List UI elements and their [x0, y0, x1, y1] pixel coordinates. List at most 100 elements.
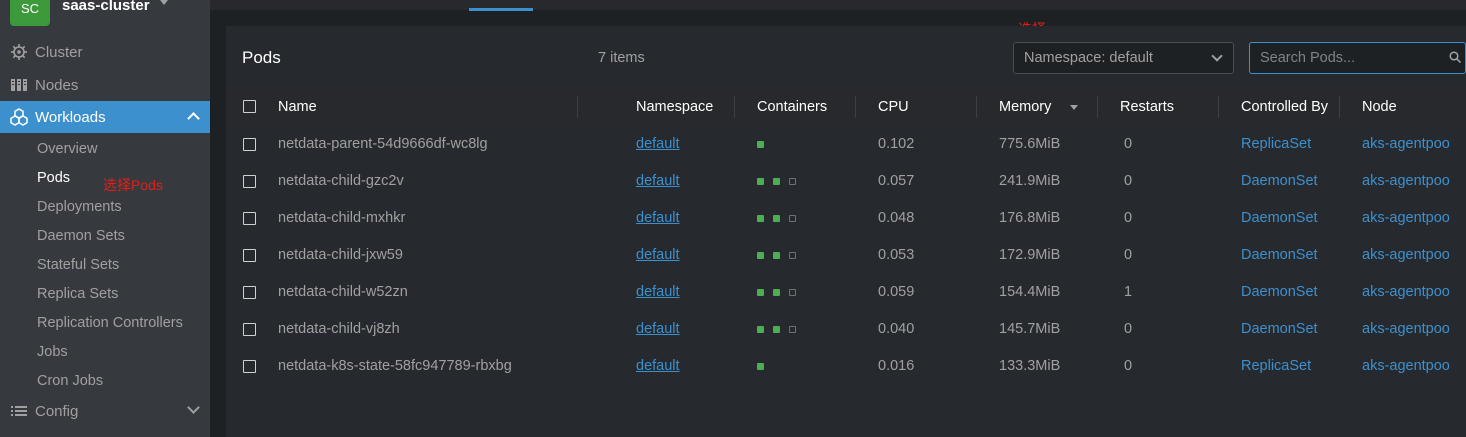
memory-value: 241.9MiB: [999, 173, 1061, 189]
list-icon: [10, 402, 28, 420]
restarts-value: 0: [1124, 358, 1133, 374]
controlled-by-link[interactable]: DaemonSet: [1241, 247, 1318, 263]
sidebar-item-label: Cluster: [35, 43, 83, 61]
table-row[interactable]: netdata-parent-54d9666df-wc8lg default 0.1…: [226, 126, 1466, 163]
column-header-containers[interactable]: Containers: [757, 99, 827, 115]
memory-value: 176.8MiB: [999, 210, 1061, 226]
namespace-link[interactable]: default: [636, 284, 680, 300]
chevron-up-icon[interactable]: [187, 112, 200, 125]
container-status-running: [757, 141, 764, 148]
sidebar-subitem-jobs[interactable]: Jobs: [37, 344, 68, 360]
table-row[interactable]: netdata-child-gzc2v default 0.057 241.9MiB 0…: [226, 163, 1466, 200]
column-header-node[interactable]: Node: [1362, 99, 1397, 115]
controlled-by-link[interactable]: DaemonSet: [1241, 173, 1318, 189]
restarts-value: 0: [1124, 247, 1133, 263]
column-header-memory[interactable]: Memory: [999, 99, 1051, 115]
column-divider: [1339, 96, 1340, 118]
restarts-value: 0: [1124, 136, 1133, 152]
container-status-running: [773, 289, 780, 296]
restarts-value: 0: [1124, 173, 1133, 189]
controlled-by-link[interactable]: DaemonSet: [1241, 284, 1318, 300]
namespace-link[interactable]: default: [636, 173, 680, 189]
cpu-value: 0.048: [878, 210, 915, 226]
container-status-running: [773, 252, 780, 259]
pods-panel: Pods 7 items Namespace: default Name Nam…: [226, 26, 1466, 437]
sidebar-item-nodes[interactable]: Nodes: [0, 69, 210, 101]
container-status-running: [773, 178, 780, 185]
cpu-value: 0.102: [878, 136, 915, 152]
sidebar-subitem-deployments[interactable]: Deployments: [37, 199, 122, 215]
node-link[interactable]: aks-agentpoo: [1362, 173, 1450, 189]
row-checkbox[interactable]: [243, 286, 256, 299]
namespace-link[interactable]: default: [636, 136, 680, 152]
annotation-select-pods: 选择Pods: [103, 177, 163, 193]
sidebar-item-config[interactable]: Config: [0, 395, 210, 427]
page-title: Pods: [242, 48, 281, 67]
cluster-name: saas-cluster: [62, 0, 150, 14]
cpu-value: 0.016: [878, 358, 915, 374]
table-row[interactable]: netdata-child-jxw59 default 0.053 172.9MiB 0…: [226, 237, 1466, 274]
container-status-running: [757, 215, 764, 222]
table-row[interactable]: netdata-k8s-state-58fc947789-rbxbg defaul…: [226, 348, 1466, 385]
controlled-by-link[interactable]: DaemonSet: [1241, 210, 1318, 226]
workloads-icon: [10, 108, 28, 126]
controlled-by-link[interactable]: ReplicaSet: [1241, 358, 1311, 374]
search-input[interactable]: [1249, 42, 1466, 74]
panel-header: Pods 7 items: [226, 26, 998, 88]
column-header-restarts[interactable]: Restarts: [1120, 99, 1174, 115]
namespace-select[interactable]: Namespace: default: [1013, 42, 1234, 74]
column-header-namespace[interactable]: Namespace: [636, 99, 713, 115]
helm-icon: [10, 43, 28, 61]
restarts-value: 0: [1124, 210, 1133, 226]
table-row[interactable]: netdata-child-vj8zh default 0.040 145.7MiB 0…: [226, 311, 1466, 348]
table-row[interactable]: netdata-child-mxhkr default 0.048 176.8MiB 0…: [226, 200, 1466, 237]
search-icon[interactable]: [1449, 50, 1462, 64]
node-link[interactable]: aks-agentpoo: [1362, 247, 1450, 263]
sidebar-item-workloads[interactable]: Workloads: [0, 101, 210, 133]
controlled-by-link[interactable]: DaemonSet: [1241, 321, 1318, 337]
sidebar-item-label: Workloads: [35, 108, 106, 126]
sidebar-subitem-overview[interactable]: Overview: [37, 141, 97, 157]
row-checkbox[interactable]: [243, 138, 256, 151]
caret-down-icon[interactable]: [160, 0, 168, 5]
row-checkbox[interactable]: [243, 360, 256, 373]
column-header-controlled-by[interactable]: Controlled By: [1241, 99, 1328, 115]
container-status-waiting: [789, 326, 796, 333]
node-link[interactable]: aks-agentpoo: [1362, 136, 1450, 152]
row-checkbox[interactable]: [243, 249, 256, 262]
container-status-waiting: [789, 215, 796, 222]
node-link[interactable]: aks-agentpoo: [1362, 321, 1450, 337]
sidebar-subitem-cron-jobs[interactable]: Cron Jobs: [37, 373, 103, 389]
node-link[interactable]: aks-agentpoo: [1362, 284, 1450, 300]
column-header-name[interactable]: Name: [278, 99, 317, 115]
row-checkbox[interactable]: [243, 175, 256, 188]
sidebar-subitem-replica-sets[interactable]: Replica Sets: [37, 286, 118, 302]
node-link[interactable]: aks-agentpoo: [1362, 210, 1450, 226]
select-all-checkbox[interactable]: [243, 100, 256, 113]
sidebar-subitem-pods[interactable]: Pods: [37, 170, 70, 186]
row-checkbox[interactable]: [243, 323, 256, 336]
controlled-by-link[interactable]: ReplicaSet: [1241, 136, 1311, 152]
sidebar-subitem-daemon-sets[interactable]: Daemon Sets: [37, 228, 125, 244]
namespace-link[interactable]: default: [636, 321, 680, 337]
sidebar-item-cluster[interactable]: Cluster: [0, 36, 210, 68]
pod-name: netdata-parent-54d9666df-wc8lg: [278, 136, 488, 152]
namespace-link[interactable]: default: [636, 358, 680, 374]
column-divider: [976, 96, 977, 118]
pod-name: netdata-child-w52zn: [278, 284, 408, 300]
table-row[interactable]: netdata-child-w52zn default 0.059 154.4MiB 1…: [226, 274, 1466, 311]
row-checkbox[interactable]: [243, 212, 256, 225]
namespace-link[interactable]: default: [636, 210, 680, 226]
namespace-link[interactable]: default: [636, 247, 680, 263]
sidebar-subitem-stateful-sets[interactable]: Stateful Sets: [37, 257, 119, 273]
sort-desc-icon[interactable]: [1070, 105, 1078, 110]
column-divider: [577, 96, 578, 118]
chevron-down-icon[interactable]: [187, 401, 200, 414]
container-status-running: [757, 252, 764, 259]
memory-value: 172.9MiB: [999, 247, 1061, 263]
sidebar-subitem-replication-controllers[interactable]: Replication Controllers: [37, 315, 183, 331]
restarts-value: 0: [1124, 321, 1133, 337]
node-link[interactable]: aks-agentpoo: [1362, 358, 1450, 374]
column-header-cpu[interactable]: CPU: [878, 99, 909, 115]
cluster-switcher[interactable]: SC saas-cluster: [0, 0, 210, 30]
